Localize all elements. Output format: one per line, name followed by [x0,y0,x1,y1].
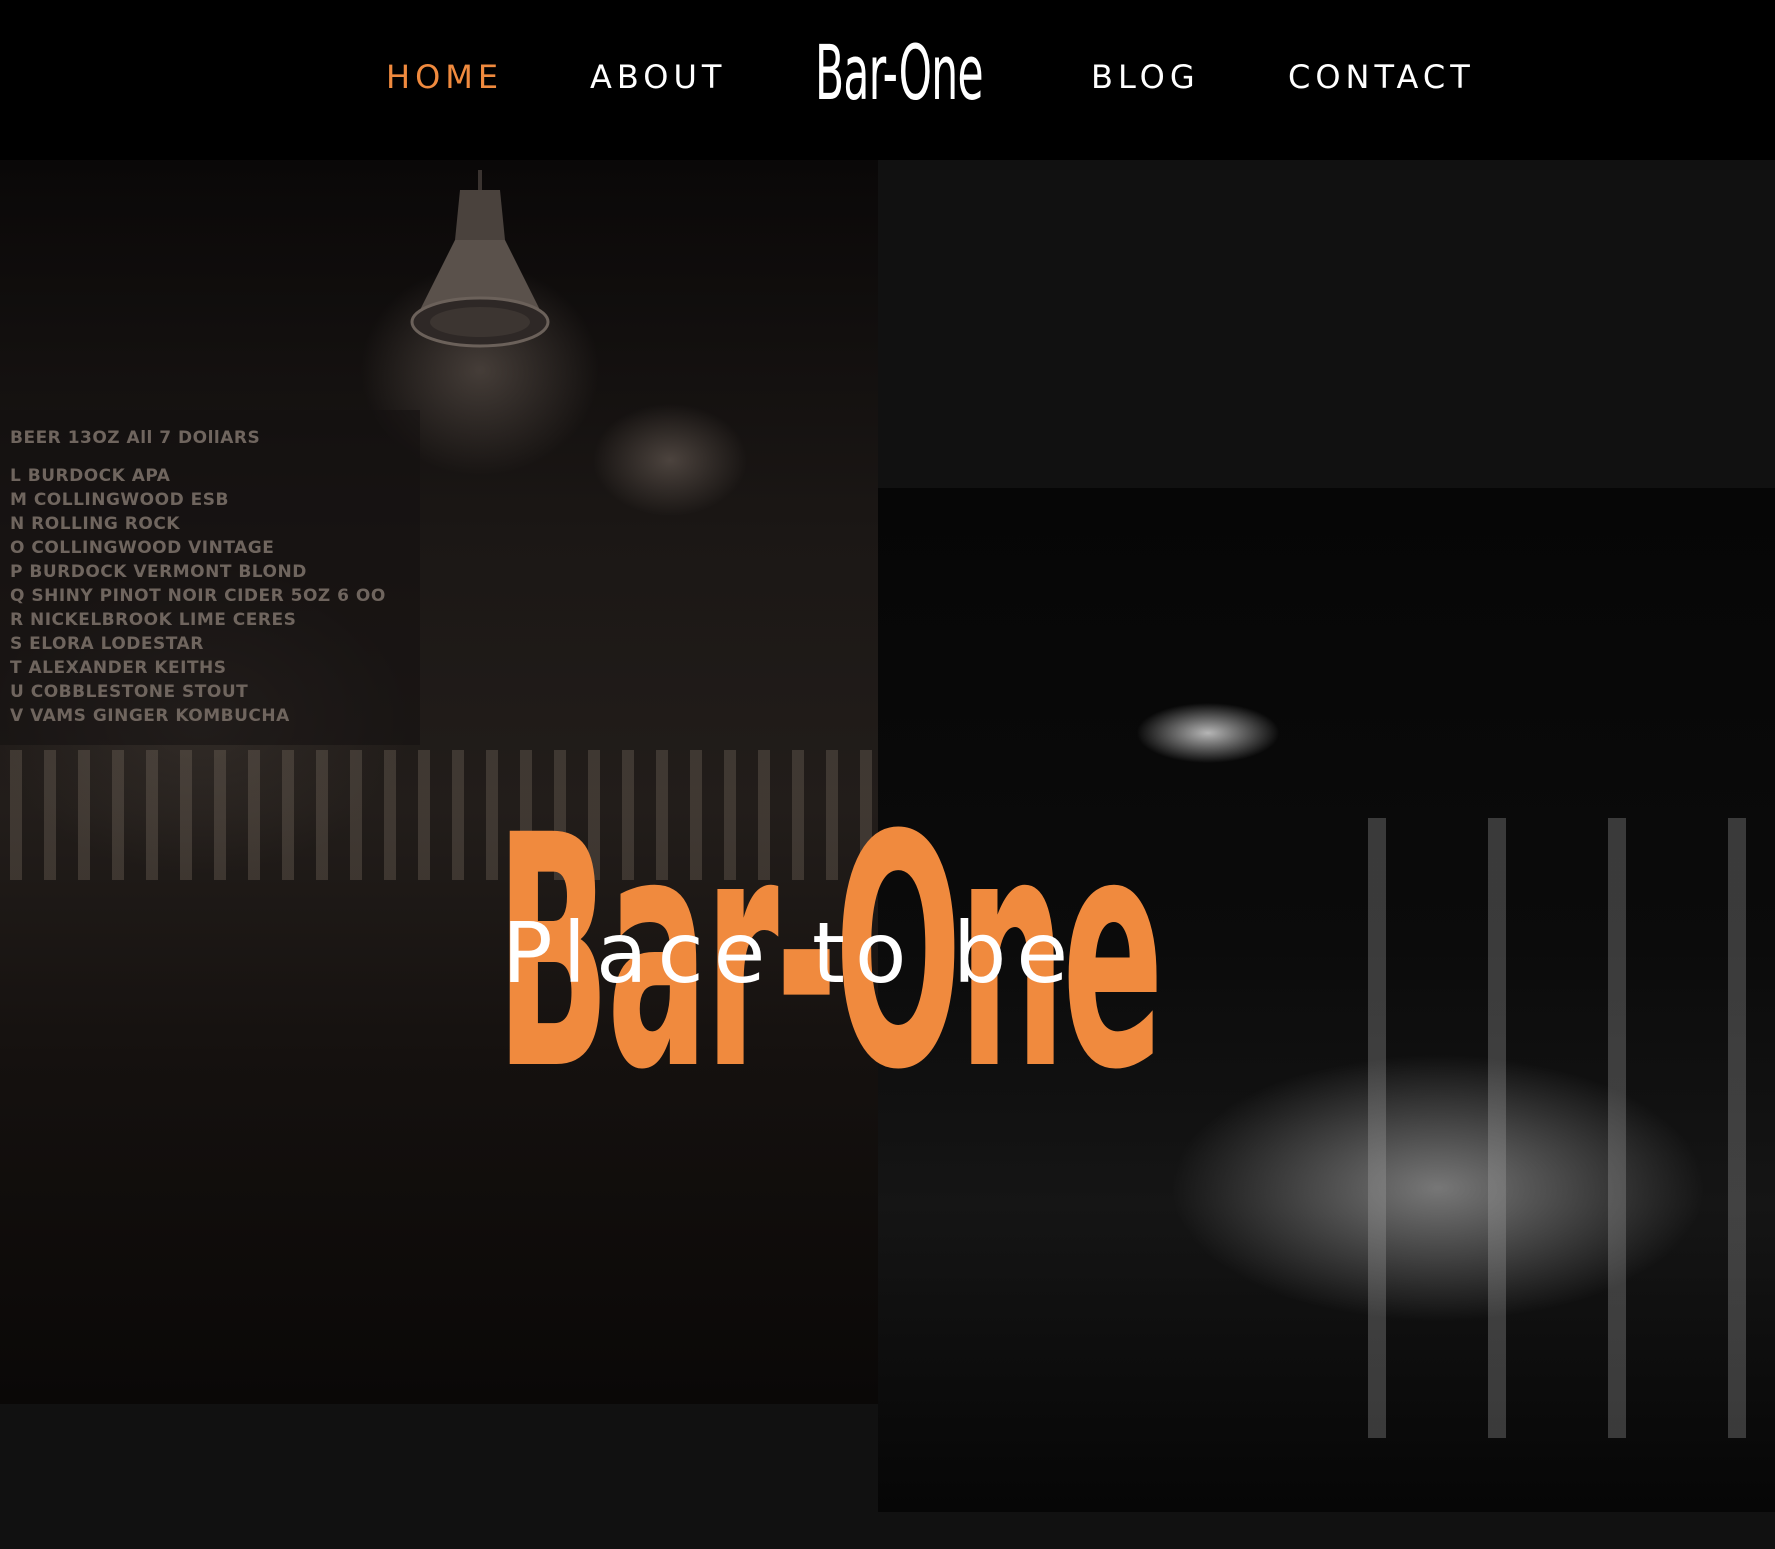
menu-line: O COLLINGWOOD VINTAGE [10,538,275,558]
nav-link-contact[interactable]: CONTACT [1288,58,1475,96]
menu-line: U COBBLESTONE STOUT [10,682,249,702]
hero-subtitle: Place to be [502,904,1079,1002]
nav-link-home[interactable]: HOME [386,58,503,96]
nav-link-blog[interactable]: BLOG [1091,58,1200,96]
top-navigation: HOME ABOUT Bar-One BLOG CONTACT [0,0,1775,160]
beer-menu-board: BEER 13OZ All 7 DOllARS L BURDOCK APA M … [0,410,420,745]
menu-line: BEER 13OZ All 7 DOllARS [10,428,261,448]
menu-line: P BURDOCK VERMONT BLOND [10,562,307,582]
nav-link-about[interactable]: ABOUT [590,58,726,96]
menu-line: Q SHINY PINOT NOIR CIDER 5OZ 6 OO [10,586,386,606]
menu-line: T ALEXANDER KEITHS [10,658,227,678]
menu-line: R NICKELBROOK LIME CERES [10,610,297,630]
menu-line: L BURDOCK APA [10,466,171,486]
nav-logo[interactable]: Bar-One [815,22,984,122]
menu-line: V VAMS GINGER KOMBUCHA [10,706,290,726]
menu-line: S ELORA LODESTAR [10,634,204,654]
menu-line: N ROLLING ROCK [10,514,180,534]
menu-line: M COLLINGWOOD ESB [10,490,229,510]
pendant-lamp-icon [410,170,550,348]
